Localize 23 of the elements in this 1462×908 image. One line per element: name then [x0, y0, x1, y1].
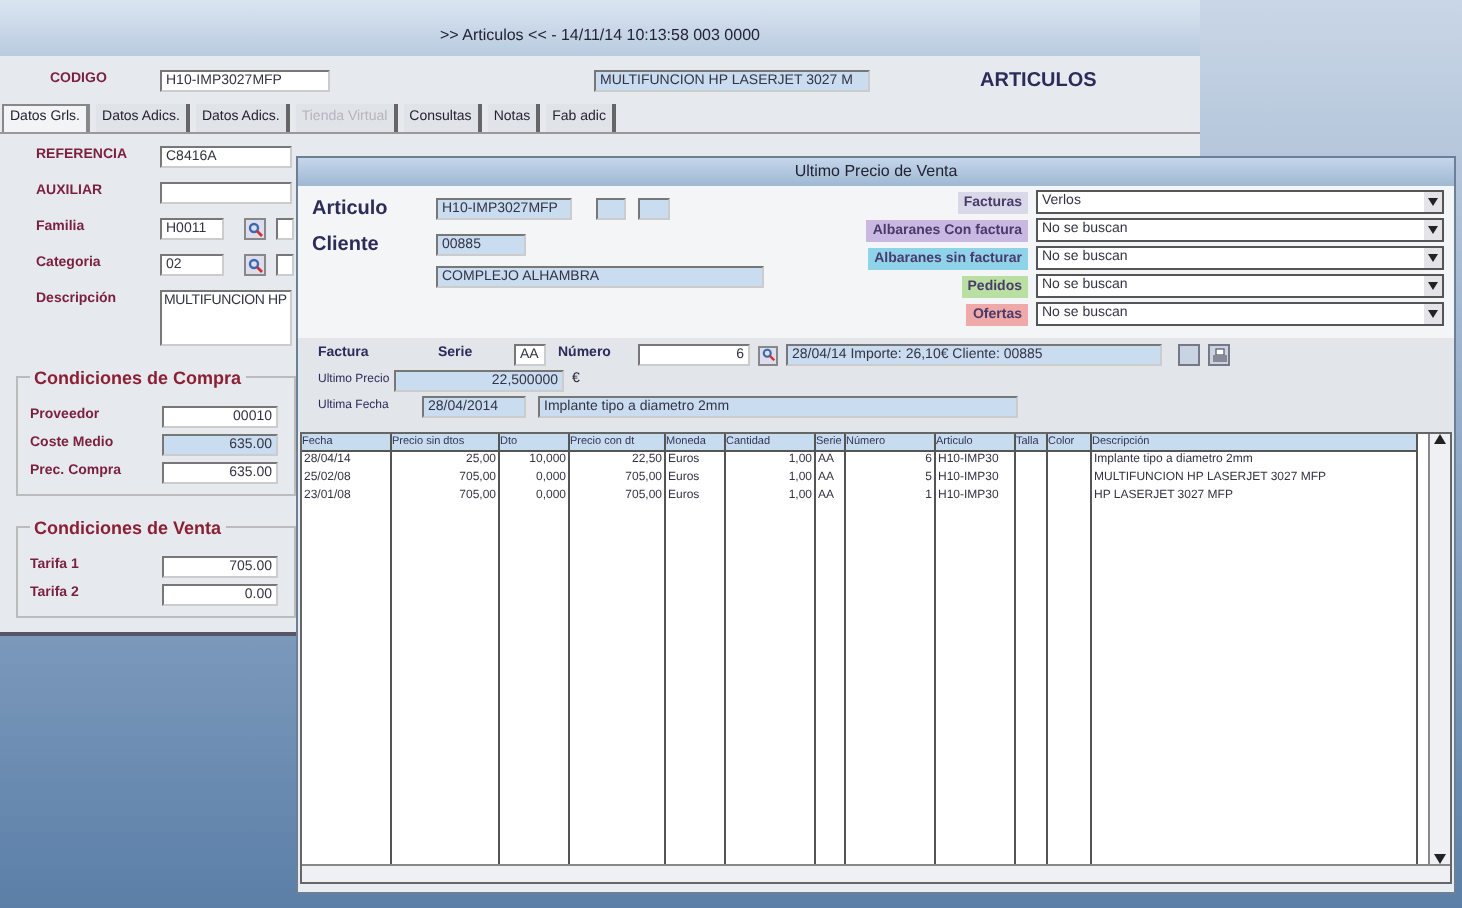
field-label: Cliente: [312, 232, 381, 260]
dropdown-arrow-icon[interactable]: [1424, 304, 1442, 324]
search-icon[interactable]: [758, 345, 778, 365]
dropdown-arrow-icon[interactable]: [1424, 192, 1442, 212]
input-field[interactable]: [638, 198, 670, 220]
document-icon[interactable]: [1178, 344, 1200, 366]
search-icon[interactable]: [244, 254, 266, 276]
section-title: Condiciones de Compra: [30, 366, 246, 393]
dropdown-arrow-icon[interactable]: [1424, 276, 1442, 296]
window-heading: ARTICULOS: [980, 67, 1097, 95]
input-field[interactable]: [276, 254, 294, 276]
input-field[interactable]: [276, 218, 294, 240]
input-field[interactable]: [596, 198, 626, 220]
horizontal-scrollbar[interactable]: [302, 864, 1450, 882]
vertical-scrollbar[interactable]: [1428, 434, 1450, 864]
window-title: Ultimo Precio de Venta: [794, 160, 958, 184]
dropdown-arrow-icon[interactable]: [1424, 248, 1442, 268]
window-title: >> Articulos << - 14/11/14 10:13:58 003 0000: [440, 24, 760, 48]
dropdown-arrow-icon[interactable]: [1424, 220, 1442, 240]
printer-icon[interactable]: [1208, 344, 1230, 366]
input-field[interactable]: [160, 182, 292, 204]
search-icon[interactable]: [244, 218, 266, 240]
field-label: Articulo: [312, 196, 390, 224]
